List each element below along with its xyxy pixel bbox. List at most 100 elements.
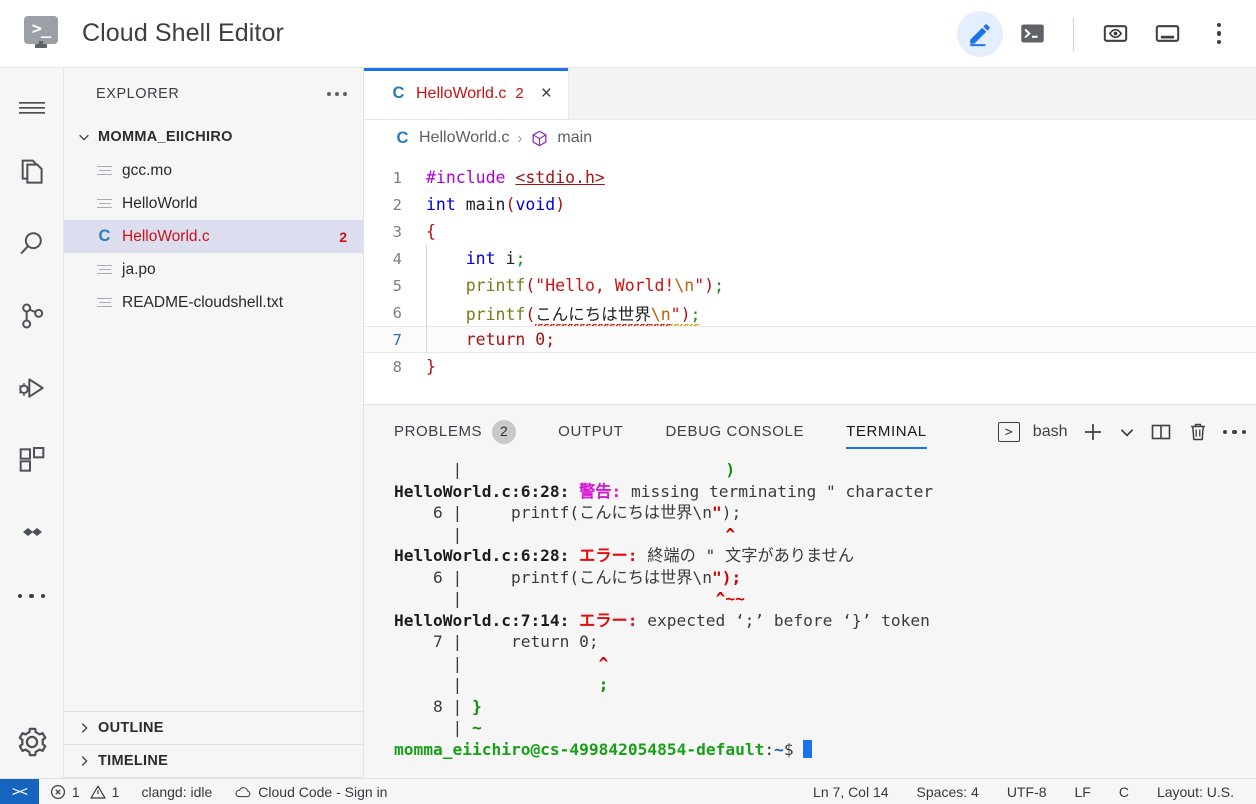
status-indentation[interactable]: Spaces: 4 xyxy=(903,784,993,800)
panel-toggle-button[interactable] xyxy=(1144,11,1190,57)
tab-label: DEBUG CONSOLE xyxy=(665,423,805,440)
more-button[interactable] xyxy=(1196,11,1242,57)
list-item[interactable]: README-cloudshell.txt xyxy=(64,286,363,319)
extensions-icon xyxy=(19,447,44,472)
generic-file-icon xyxy=(96,297,113,308)
tab-helloworld-c[interactable]: C HelloWorld.c 2 × xyxy=(364,68,569,119)
breadcrumb-symbol[interactable]: main xyxy=(557,129,592,147)
section-label: OUTLINE xyxy=(98,720,164,736)
status-encoding[interactable]: UTF-8 xyxy=(993,784,1061,800)
generic-file-icon xyxy=(96,264,113,275)
list-item[interactable]: HelloWorld xyxy=(64,187,363,220)
status-cursor-position[interactable]: Ln 7, Col 14 xyxy=(799,784,903,800)
section-outline[interactable]: OUTLINE xyxy=(64,712,363,745)
tab-label: HelloWorld.c xyxy=(416,84,507,102)
workbench: EXPLORER MOMMA_EIICHIRO gcc.mo HelloWorl… xyxy=(0,68,1256,778)
code-token: ) xyxy=(704,276,715,295)
code-line[interactable]: 4 int i; xyxy=(364,245,1256,272)
edit-button[interactable] xyxy=(957,10,1003,57)
terminal-output[interactable]: | ) HelloWorld.c:6:28: 警告: missing termin… xyxy=(364,459,1256,778)
breadcrumb: C HelloWorld.c › main xyxy=(364,120,1256,156)
terminal-token: } xyxy=(471,696,482,716)
terminal-token: " xyxy=(711,503,722,522)
pencil-icon xyxy=(970,23,990,46)
terminal-prompt[interactable]: momma_eiichiro@cs-499842054854-default:~… xyxy=(394,739,1256,761)
line-number: 7 xyxy=(392,330,402,349)
terminal-toolbar: > bash xyxy=(997,420,1246,444)
remote-connection-icon[interactable]: >< xyxy=(0,778,39,804)
hamburger-menu-button[interactable] xyxy=(0,80,64,136)
terminal-chevron-icon: > xyxy=(997,422,1020,442)
cloud-code-icon xyxy=(22,528,42,536)
plus-icon xyxy=(1084,424,1101,440)
tab-problems[interactable]: PROBLEMS 2 xyxy=(394,405,517,459)
panel-tabs: PROBLEMS 2 OUTPUT DEBUG CONSOLE TERMINAL… xyxy=(364,405,1256,459)
status-eol[interactable]: LF xyxy=(1060,784,1104,800)
status-clangd[interactable]: clangd: idle xyxy=(130,784,223,800)
terminal-token: | xyxy=(394,589,716,608)
sidebar-item-explorer[interactable] xyxy=(0,136,64,208)
terminal-button[interactable] xyxy=(1009,11,1055,57)
status-problems[interactable]: 1 1 xyxy=(39,784,131,800)
toolbar-divider xyxy=(1073,16,1074,51)
close-icon[interactable]: × xyxy=(541,84,552,103)
sidebar-item-more[interactable] xyxy=(0,568,64,624)
c-file-icon: C xyxy=(396,128,409,147)
section-timeline[interactable]: TIMELINE xyxy=(64,745,363,778)
new-terminal-button[interactable] xyxy=(1081,420,1105,444)
code-line[interactable]: 2 int main(void) xyxy=(364,191,1256,218)
preview-button[interactable] xyxy=(1092,11,1138,57)
sidebar-item-settings[interactable] xyxy=(0,706,64,778)
code-text: } xyxy=(416,357,436,376)
list-item[interactable]: gcc.mo xyxy=(64,154,363,187)
code-token: return xyxy=(465,330,536,349)
brand: >_ Cloud Shell Editor xyxy=(22,14,284,54)
code-line[interactable]: 1 #include <stdio.h> xyxy=(364,164,1256,191)
line-number: 5 xyxy=(392,276,402,295)
panel-layout-icon xyxy=(1155,25,1179,42)
terminal-token: missing terminating " character xyxy=(621,481,934,501)
sidebar-item-search[interactable] xyxy=(0,208,64,280)
tab-terminal[interactable]: TERMINAL xyxy=(846,405,927,459)
generic-file-icon xyxy=(96,198,113,209)
line-number: 4 xyxy=(392,249,402,268)
sidebar-item-source-control[interactable] xyxy=(0,280,64,352)
breadcrumb-file[interactable]: HelloWorld.c xyxy=(419,129,509,147)
status-cloud-code[interactable]: Cloud Code - Sign in xyxy=(223,784,398,800)
sidebar-item-cloud-code[interactable] xyxy=(0,496,64,568)
code-line[interactable]: 7 return 0; xyxy=(364,326,1256,353)
code-token: <stdio.h> xyxy=(515,168,605,187)
status-keyboard-layout[interactable]: Layout: U.S. xyxy=(1143,784,1248,800)
code-line[interactable]: 5 printf("Hello, World!\n"); xyxy=(364,272,1256,299)
code-line[interactable]: 8} xyxy=(364,353,1256,380)
explorer-more-button[interactable] xyxy=(327,92,347,96)
terminal-line: 7 | return 0; xyxy=(394,631,1256,653)
terminal-shell-name[interactable]: bash xyxy=(1033,423,1068,441)
list-item-selected[interactable]: C HelloWorld.c 2 xyxy=(64,220,363,253)
hamburger-menu-icon xyxy=(18,102,45,114)
code-token: ( xyxy=(525,304,536,324)
sidebar-item-run-debug[interactable] xyxy=(0,352,64,424)
code-text: return 0; xyxy=(416,330,555,349)
terminal-line: HelloWorld.c:7:14: エラー: expected ‘;’ bef… xyxy=(394,610,1256,632)
code-token: { xyxy=(426,222,436,241)
sidebar-item-extensions[interactable] xyxy=(0,424,64,496)
code-line[interactable]: 6 printf(こんにちは世界\n"); xyxy=(364,299,1256,326)
tab-output[interactable]: OUTPUT xyxy=(558,405,623,459)
code-line[interactable]: 3{ xyxy=(364,218,1256,245)
kill-terminal-button[interactable] xyxy=(1186,420,1210,444)
split-terminal-button[interactable] xyxy=(1149,420,1173,444)
ellipsis-icon xyxy=(1222,429,1246,435)
tab-debug-console[interactable]: DEBUG CONSOLE xyxy=(665,405,804,459)
folder-header[interactable]: MOMMA_EIICHIRO xyxy=(64,120,363,153)
status-language[interactable]: C xyxy=(1105,784,1143,800)
terminal-line: | ^ xyxy=(394,653,1256,675)
code-text: printf(こんにちは世界\n"); xyxy=(416,301,701,325)
folder-name: MOMMA_EIICHIRO xyxy=(98,128,233,145)
terminal-dropdown-button[interactable] xyxy=(1118,423,1136,441)
code-editor[interactable]: 1 #include <stdio.h> 2 int main(void) 3{4 in… xyxy=(364,156,1256,404)
warning-triangle-icon xyxy=(90,785,106,799)
list-item[interactable]: ja.po xyxy=(64,253,363,286)
terminal-token: 6 | printf(こんにちは世界\n xyxy=(394,567,712,587)
terminal-more-button[interactable] xyxy=(1222,429,1246,435)
